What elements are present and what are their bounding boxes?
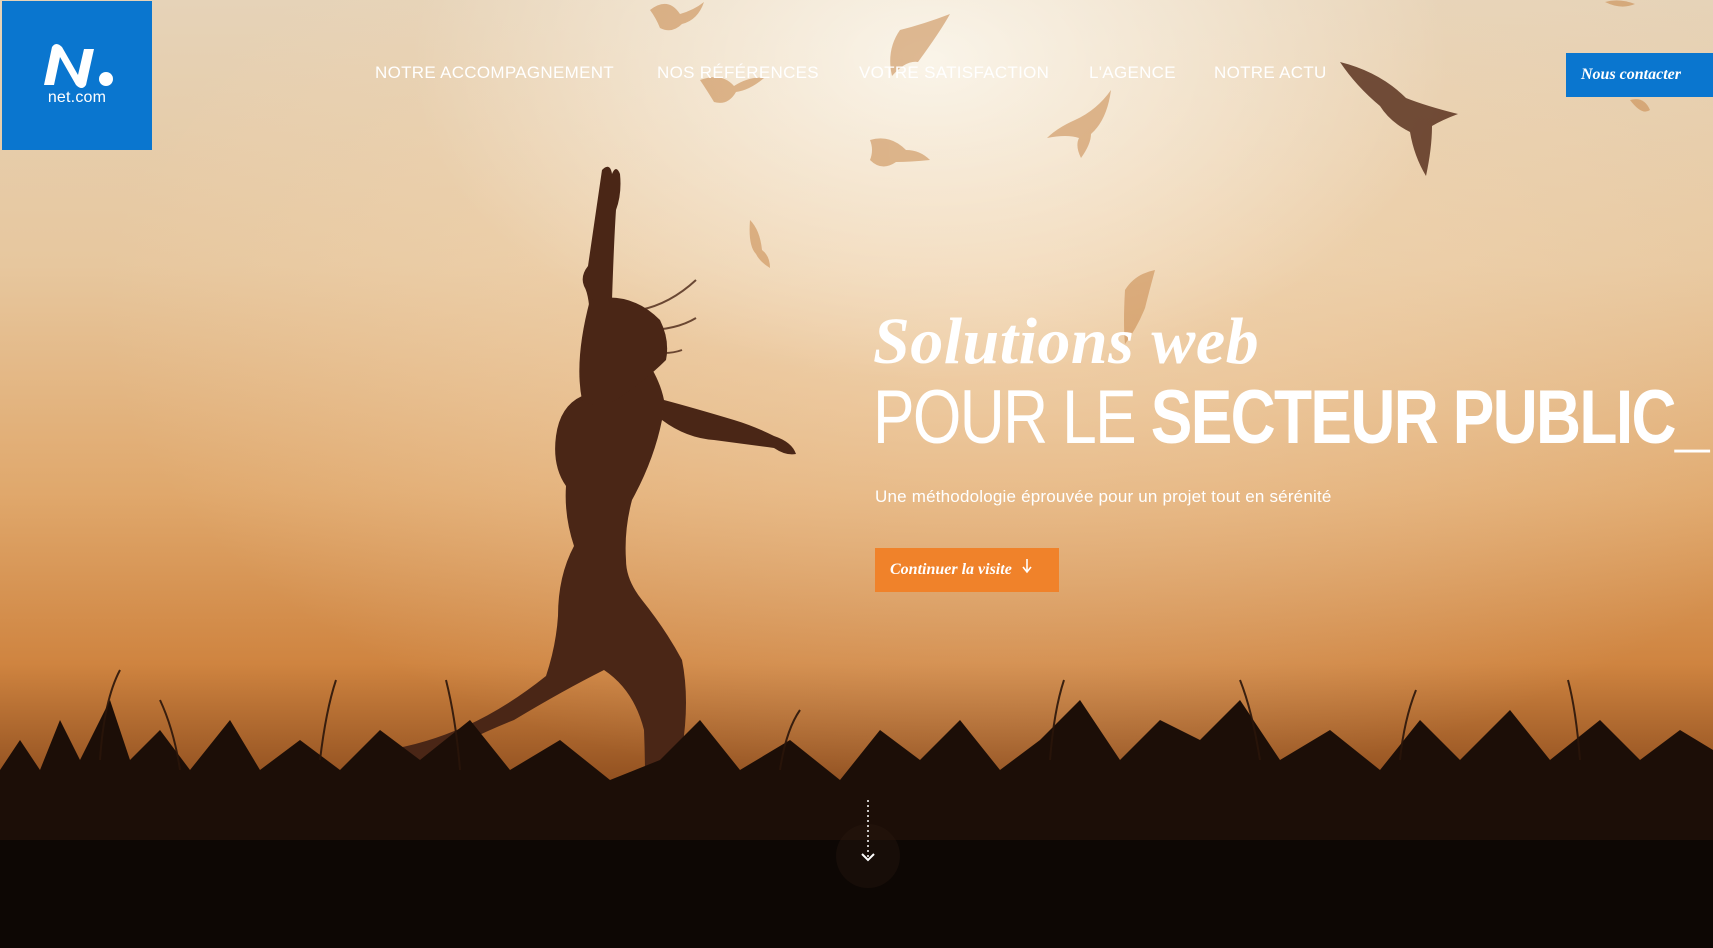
site-logo[interactable]: net.com xyxy=(2,1,152,150)
nav-item-satisfaction[interactable]: VOTRE SATISFACTION xyxy=(859,63,1049,83)
netcom-logo-icon xyxy=(44,44,113,88)
arrow-down-icon xyxy=(1022,559,1032,574)
continue-visit-button[interactable]: Continuer la visite xyxy=(875,548,1059,592)
hero-tagline: Une méthodologie éprouvée pour un projet… xyxy=(875,487,1332,506)
contact-button[interactable]: Nous contacter xyxy=(1566,53,1713,97)
headline-bold-text: SECTEUR PUBLIC_ xyxy=(1150,375,1710,460)
nav-item-actu[interactable]: NOTRE ACTU xyxy=(1214,63,1327,83)
headline-script-line: Solutions web xyxy=(873,305,1260,378)
headline-light-text: POUR LE xyxy=(873,375,1151,460)
nav-item-references[interactable]: NOS RÉFÉRENCES xyxy=(657,63,819,83)
cta-label: Continuer la visite xyxy=(890,561,1012,578)
nav-item-agence[interactable]: L'AGENCE xyxy=(1089,63,1176,83)
hero-headline: Solutions web POUR LE SECTEUR PUBLIC_ xyxy=(873,306,1713,458)
logo-text: net.com xyxy=(47,89,107,106)
scroll-down-icon[interactable] xyxy=(835,800,901,890)
headline-caps-line: POUR LE SECTEUR PUBLIC_ xyxy=(873,375,1710,460)
nav-item-accompagnement[interactable]: NOTRE ACCOMPAGNEMENT xyxy=(375,63,614,83)
